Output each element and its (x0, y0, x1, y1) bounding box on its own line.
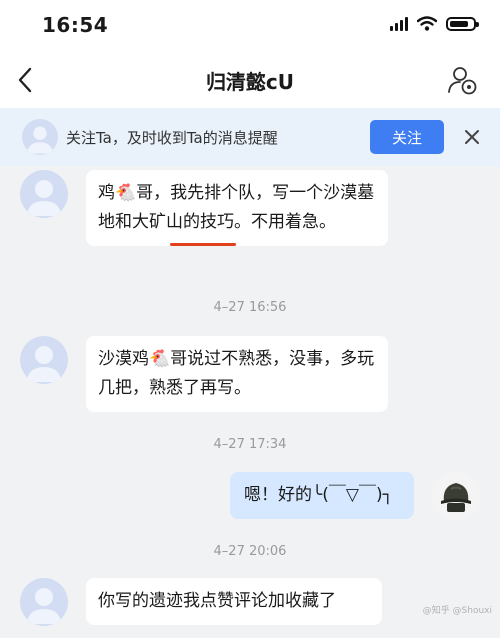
page-title: 归清懿cU (205, 70, 295, 94)
message-timestamp: 4–27 17:34 (213, 437, 287, 452)
wifi-icon (417, 16, 437, 31)
status-bar: 16:54 (0, 0, 500, 52)
message-timestamp: 4–27 16:56 (213, 300, 287, 315)
text-underline-mark (170, 243, 236, 246)
close-icon[interactable] (460, 125, 484, 149)
follow-button[interactable]: 关注 (370, 120, 444, 154)
self-avatar[interactable] (432, 472, 480, 520)
message-text: 鸡🐔哥，我先排个队，写一个沙漠墓地和大矿山的技巧。不用着急。 (98, 183, 375, 232)
watermark: @知乎 @Shouxi (422, 606, 492, 616)
nav-bar: 归清懿cU (0, 52, 500, 108)
message-bubble[interactable]: 沙漠鸡🐔哥说过不熟悉，没事，多玩几把，熟悉了再写。 (86, 336, 388, 412)
default-avatar-icon (27, 346, 61, 382)
default-avatar-icon (27, 180, 61, 216)
message-text: 沙漠鸡🐔哥说过不熟悉，没事，多玩几把，熟悉了再写。 (98, 349, 375, 398)
message-bubble[interactable]: 你写的遗迹我点赞评论加收藏了 (86, 578, 382, 625)
default-avatar-icon (22, 119, 58, 155)
avatar[interactable] (20, 578, 68, 626)
message-timestamp: 4–27 20:06 (213, 544, 287, 559)
battery-icon (446, 16, 479, 31)
helmet-avatar-icon (432, 472, 480, 520)
message-text: 嗯！好的╰(￣▽￣)┐ (244, 485, 393, 505)
signal-icon (390, 16, 408, 31)
avatar[interactable] (20, 336, 68, 384)
avatar[interactable] (20, 170, 68, 218)
message-text: 你写的遗迹我点赞评论加收藏了 (98, 591, 336, 611)
message-bubble[interactable]: 鸡🐔哥，我先排个队，写一个沙漠墓地和大矿山的技巧。不用着急。 (86, 170, 388, 246)
status-icons (390, 16, 479, 31)
status-time: 16:54 (42, 13, 109, 37)
follow-prompt-text: 关注Ta，及时收到Ta的消息提醒 (66, 129, 278, 147)
user-settings-icon[interactable] (446, 64, 478, 96)
message-bubble-self[interactable]: 嗯！好的╰(￣▽￣)┐ (230, 472, 414, 519)
follow-banner: 关注Ta，及时收到Ta的消息提醒 关注 (0, 108, 500, 166)
default-avatar-icon (27, 588, 61, 624)
